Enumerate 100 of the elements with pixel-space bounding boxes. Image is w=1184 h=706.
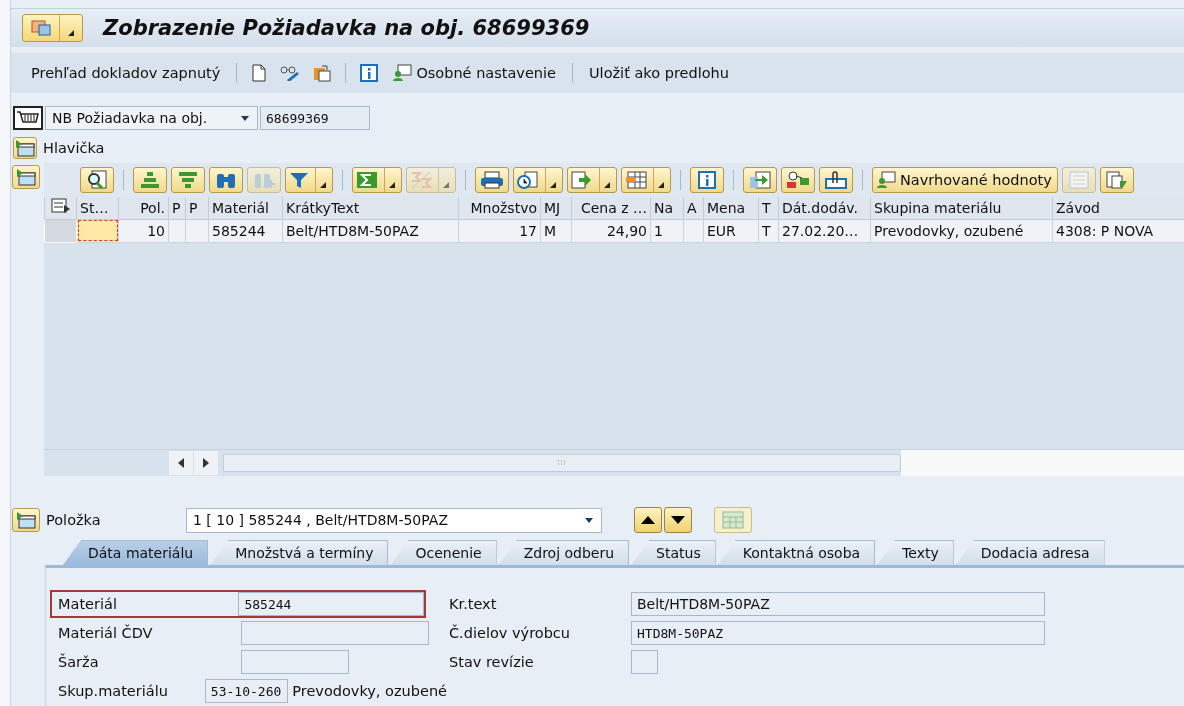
small-caret-icon (319, 182, 326, 188)
sum-icon (356, 171, 378, 189)
sort-ascending-icon (139, 171, 161, 189)
column-header[interactable]: Dát.dodáv. (778, 197, 871, 219)
column-header[interactable]: Množstvo (458, 197, 541, 219)
column-header[interactable]: Materiál (208, 197, 283, 219)
window-title: Zobrazenie Požiadavka na obj. 68699369 (103, 16, 590, 40)
input-field[interactable]: HTD8M-50PAZ (631, 621, 1045, 645)
new-document-icon (251, 64, 268, 82)
column-header[interactable]: P (185, 197, 209, 219)
sort-descending-icon (177, 171, 199, 189)
column-header[interactable]: Závod (1052, 197, 1184, 219)
info-icon (360, 64, 379, 82)
panel-toggle-icon (15, 139, 35, 157)
cart-icon (13, 106, 43, 130)
document-number-field[interactable]: 68699369 (260, 106, 370, 130)
toolbar-button[interactable]: Prehľad dokladov zapnutý (25, 63, 227, 83)
table-cell: Prevodovky, ozubené (870, 219, 1053, 242)
binoculars-plus-icon (253, 171, 275, 189)
small-caret-icon (657, 182, 664, 188)
input-field[interactable] (241, 650, 349, 674)
column-header[interactable]: Cena z … (571, 197, 651, 219)
column-header[interactable]: Skupina materiálu (870, 197, 1053, 219)
toolbar-button[interactable]: Uložiť ako predlohu (583, 63, 735, 83)
scroll-left-button[interactable] (169, 451, 193, 475)
import-document-icon (749, 171, 771, 189)
grid-toolbar-button[interactable] (475, 167, 509, 193)
scroll-right-icon (202, 458, 210, 468)
field-description: Prevodovky, ozubené (292, 683, 447, 699)
caret-icon (241, 115, 249, 121)
printer-icon (480, 171, 504, 189)
clipboard-icon (313, 64, 332, 82)
system-menu-button[interactable] (22, 14, 83, 42)
tab[interactable]: Status (631, 540, 716, 565)
column-header[interactable]: MJ (540, 197, 572, 219)
tab[interactable]: Dáta materiálu (63, 540, 209, 565)
scroll-right-button[interactable] (194, 451, 218, 475)
column-header[interactable]: KrátkyText (282, 197, 459, 219)
item-label: Položka (46, 512, 102, 528)
header-toggle-button[interactable] (13, 137, 37, 159)
list-icon (1068, 171, 1089, 189)
input-field[interactable]: 585244 (238, 592, 424, 616)
field-label: Č.dielov výrobcu (449, 625, 572, 641)
column-header[interactable]: A (683, 197, 704, 219)
document-type-dropdown[interactable]: NB Požiadavka na obj. (45, 106, 258, 130)
column-header[interactable]: T (758, 197, 779, 219)
up-arrow-icon (640, 515, 656, 525)
tab[interactable]: Zdroj odberu (498, 540, 630, 565)
column-header[interactable]: Na (650, 197, 684, 219)
tab[interactable]: Texty (877, 540, 954, 565)
small-caret-icon (68, 30, 74, 36)
menu-icon (31, 20, 51, 36)
column-header[interactable]: Pol. (118, 197, 169, 219)
input-field[interactable]: 53-10-260 (204, 679, 289, 703)
panel-toggle-icon (16, 511, 36, 529)
document-transfer-icon (1105, 171, 1128, 189)
small-caret-icon (388, 182, 395, 188)
small-caret-icon (549, 182, 556, 188)
column-header[interactable]: St… (76, 197, 119, 219)
item-toggle-button[interactable] (12, 508, 40, 532)
binoculars-icon (215, 171, 237, 189)
export-icon (571, 171, 593, 189)
grid-toolbar-button[interactable]: Navrhované hodnoty (872, 167, 1058, 193)
input-field[interactable] (631, 650, 658, 674)
previous-item-button[interactable] (634, 507, 662, 533)
grid-toolbar-button[interactable] (819, 167, 853, 193)
down-arrow-icon (670, 515, 686, 525)
info-icon (698, 171, 716, 189)
items-toggle-button[interactable] (12, 165, 40, 189)
row-layout-icon (50, 198, 71, 215)
column-header[interactable]: Mena (703, 197, 759, 219)
person-settings-icon (876, 171, 896, 189)
paperclip-icon (825, 171, 847, 189)
tab[interactable]: Kontaktná osoba (717, 540, 876, 565)
toolbar-button[interactable]: Osobné nastavenie (386, 62, 562, 84)
person-settings-icon (392, 64, 413, 82)
caret-icon (585, 517, 593, 523)
scrollbar-thumb[interactable] (223, 454, 901, 472)
table-cell: 4308: P NOVA (1052, 219, 1184, 242)
table-icon (722, 511, 744, 529)
tab[interactable]: Dodacia adresa (955, 540, 1105, 565)
table-cell: Belt/HTD8M-50PAZ (282, 219, 459, 242)
field-label: Stav revízie (449, 654, 535, 670)
table-layout-icon (625, 171, 647, 189)
grid-toolbar-button[interactable] (80, 167, 114, 193)
magnifier-document-icon (86, 170, 108, 190)
next-item-button[interactable] (664, 507, 692, 533)
subtotal-icon (410, 171, 432, 189)
section-label: Hlavička (43, 140, 105, 156)
field-label: Materiál ČDV (58, 625, 154, 641)
tab[interactable]: Množstvá a termíny (210, 540, 389, 565)
tab[interactable]: Ocenenie (390, 540, 497, 565)
glasses-pencil-icon (279, 65, 302, 81)
input-field[interactable]: Belt/HTD8M-50PAZ (631, 592, 1045, 616)
item-dropdown[interactable]: 1 [ 10 ] 585244 , Belt/HTD8M-50PAZ (186, 507, 602, 533)
small-caret-icon (442, 182, 449, 188)
field-label: Šarža (58, 654, 100, 670)
input-field[interactable] (241, 621, 429, 645)
scroll-left-icon (177, 458, 185, 468)
field-label: Kr.text (449, 596, 498, 612)
